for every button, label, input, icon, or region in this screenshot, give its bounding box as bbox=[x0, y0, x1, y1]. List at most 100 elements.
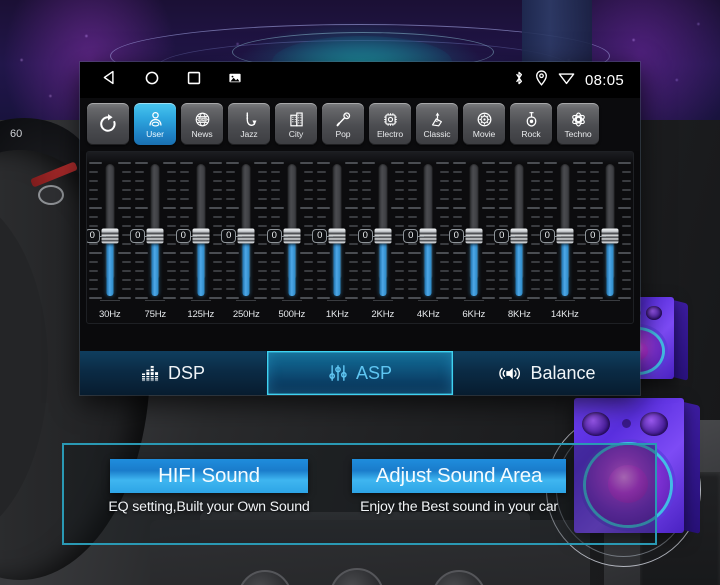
eq-baseline-mark bbox=[554, 300, 575, 301]
eq-frequency-label: 4KHz bbox=[416, 309, 440, 320]
eq-baseline-mark bbox=[327, 300, 348, 301]
eq-frequency-label: 1KHz bbox=[325, 309, 349, 320]
preset-label-classic: Classic bbox=[423, 128, 451, 139]
eq-baseline-mark bbox=[99, 300, 120, 301]
back-icon[interactable] bbox=[101, 69, 118, 91]
preset-label-electro: Electro bbox=[376, 128, 404, 139]
eq-value-badge: 0 bbox=[266, 229, 288, 243]
eq-value-badge: 0 bbox=[130, 229, 152, 243]
eq-slider-fill bbox=[606, 236, 614, 296]
preset-label-rock: Rock bbox=[521, 128, 541, 139]
eq-preset-bar: User NEWS News Jazz City Pop Electro Cla… bbox=[80, 98, 640, 151]
android-status-bar: 08:05 bbox=[80, 62, 640, 98]
preset-button-techno[interactable]: Techno bbox=[557, 103, 599, 145]
tab-label-balance: Balance bbox=[530, 362, 596, 383]
eq-value-badge: 0 bbox=[539, 229, 561, 243]
news-icon: NEWS bbox=[194, 110, 211, 129]
eq-frequency-label: 75Hz bbox=[144, 309, 167, 320]
preset-button-news[interactable]: NEWS News bbox=[181, 103, 223, 145]
eq-band-500Hz[interactable]: 0 500Hz bbox=[266, 152, 315, 323]
subwoofer-tweeter-left bbox=[582, 412, 610, 436]
equalizer-bars-icon bbox=[141, 365, 160, 382]
head-unit-screen: 08:05 User NEWS News Jazz City Pop Elect… bbox=[80, 62, 640, 395]
eq-value-badge: 0 bbox=[312, 229, 334, 243]
recents-icon[interactable] bbox=[186, 70, 202, 91]
preset-button-classic[interactable]: Classic bbox=[416, 103, 458, 145]
eq-band-2KHz[interactable]: 0 2KHz bbox=[357, 152, 406, 323]
bluetooth-icon bbox=[513, 70, 525, 91]
screenshot-icon[interactable] bbox=[228, 71, 242, 90]
preset-button-rock[interactable]: Rock bbox=[510, 103, 552, 145]
tab-asp[interactable]: ASP bbox=[267, 351, 454, 395]
eq-slider-fill bbox=[333, 236, 341, 296]
eq-value-badge: 0 bbox=[585, 229, 607, 243]
building-icon bbox=[288, 110, 305, 129]
eq-slider-fill bbox=[106, 236, 114, 296]
eq-band-75Hz[interactable]: 0 75Hz bbox=[130, 152, 179, 323]
eq-baseline-mark bbox=[463, 300, 484, 301]
piano-icon bbox=[429, 110, 446, 129]
eq-frequency-label: 500Hz bbox=[278, 309, 306, 320]
preset-label-movie: Movie bbox=[472, 128, 496, 139]
home-icon[interactable] bbox=[144, 70, 160, 91]
status-indicators: 08:05 bbox=[513, 69, 628, 91]
svg-text:NEWS: NEWS bbox=[197, 117, 206, 121]
status-clock: 08:05 bbox=[584, 71, 624, 89]
eq-baseline-mark bbox=[509, 300, 530, 301]
eq-frequency-label: 250Hz bbox=[232, 309, 260, 320]
mode-tab-bar: DSP ASP Balance bbox=[80, 351, 640, 395]
preset-button-movie[interactable]: Movie bbox=[463, 103, 505, 145]
preset-label-jazz: Jazz bbox=[240, 128, 258, 139]
eq-baseline-mark bbox=[372, 300, 393, 301]
eq-band-extra[interactable]: 0 bbox=[585, 152, 634, 323]
preset-label-city: City bbox=[288, 128, 304, 139]
preset-button-jazz[interactable]: Jazz bbox=[228, 103, 270, 145]
eq-band-4KHz[interactable]: 0 4KHz bbox=[403, 152, 452, 323]
preset-button-pop[interactable]: Pop bbox=[322, 103, 364, 145]
preset-label-pop: Pop bbox=[335, 128, 351, 139]
eq-band-6KHz[interactable]: 0 6KHz bbox=[448, 152, 497, 323]
eq-slider-fill bbox=[242, 236, 250, 296]
caption-left-subtitle: EQ setting,Built your Own Sound bbox=[108, 499, 310, 515]
eq-band-250Hz[interactable]: 0 250Hz bbox=[221, 152, 270, 323]
preset-button-electro[interactable]: Electro bbox=[369, 103, 411, 145]
chip-icon bbox=[382, 110, 399, 129]
microphone-icon bbox=[335, 110, 352, 129]
eq-baseline-mark bbox=[600, 300, 621, 301]
eq-value-badge: 0 bbox=[448, 229, 470, 243]
tab-balance[interactable]: Balance bbox=[454, 351, 640, 395]
caption-left: HIFI Sound EQ setting,Built your Own Sou… bbox=[84, 459, 334, 515]
navigation-bar bbox=[101, 69, 242, 91]
eq-band-8KHz[interactable]: 0 8KHz bbox=[494, 152, 543, 323]
gps-icon bbox=[535, 69, 548, 91]
preset-button-user[interactable]: User bbox=[134, 103, 176, 145]
eq-band-1KHz[interactable]: 0 1KHz bbox=[312, 152, 361, 323]
sliders-icon bbox=[328, 364, 348, 382]
eq-band-14KHz[interactable]: 0 14KHz bbox=[539, 152, 588, 323]
preset-label-news: News bbox=[191, 128, 213, 139]
film-reel-icon bbox=[476, 110, 493, 129]
eq-band-125Hz[interactable]: 0 125Hz bbox=[175, 152, 224, 323]
eq-band-30Hz[interactable]: 0 30Hz bbox=[87, 152, 133, 323]
eq-value-badge: 0 bbox=[175, 229, 197, 243]
eq-baseline-mark bbox=[281, 300, 302, 301]
caption-right-subtitle: Enjoy the Best sound in your car bbox=[360, 499, 558, 515]
eq-baseline-mark bbox=[236, 300, 257, 301]
eq-frequency-label: 14KHz bbox=[550, 309, 579, 320]
eq-baseline-mark bbox=[190, 300, 211, 301]
wifi-icon bbox=[558, 71, 575, 90]
user-icon bbox=[147, 110, 164, 129]
saxophone-icon bbox=[241, 110, 258, 129]
eq-frequency-label: 8KHz bbox=[507, 309, 531, 320]
subwoofer-tweeter-right bbox=[640, 412, 668, 436]
eq-value-badge: 0 bbox=[221, 229, 243, 243]
eq-slider-fill bbox=[561, 236, 569, 296]
tab-dsp[interactable]: DSP bbox=[80, 351, 267, 395]
subwoofer-port bbox=[622, 419, 631, 428]
eq-slider-fill bbox=[424, 236, 432, 296]
preset-button-city[interactable]: City bbox=[275, 103, 317, 145]
eq-value-badge: 0 bbox=[357, 229, 379, 243]
reload-reset-button[interactable] bbox=[87, 103, 129, 145]
speaker-waves-icon bbox=[498, 365, 522, 382]
eq-value-badge: 0 bbox=[87, 229, 106, 243]
